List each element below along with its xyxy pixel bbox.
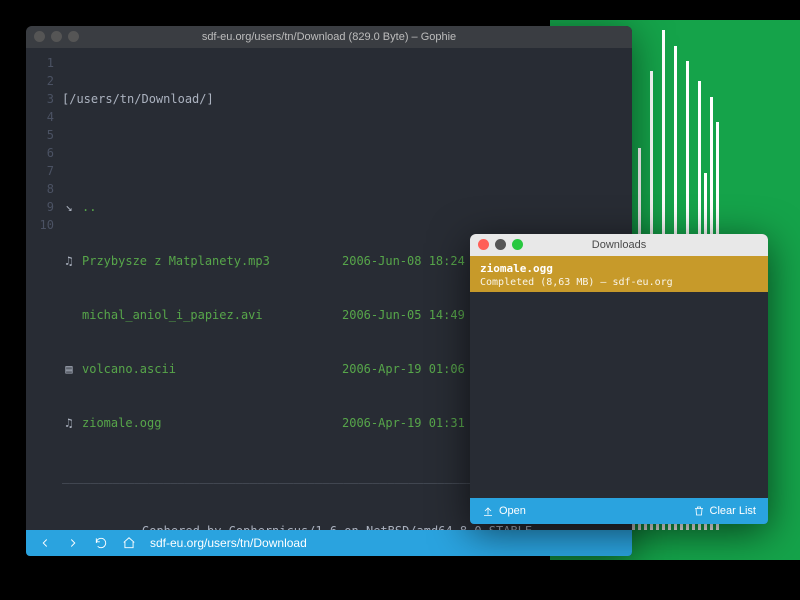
trash-icon <box>693 505 705 517</box>
address-toolbar: sdf-eu.org/users/tn/Download <box>26 530 632 556</box>
close-icon[interactable] <box>34 31 45 42</box>
back-button[interactable] <box>38 536 52 550</box>
main-titlebar[interactable]: sdf-eu.org/users/tn/Download (829.0 Byte… <box>26 26 632 48</box>
file-date: 2006-Apr-19 01:06 <box>342 360 488 378</box>
entry-up[interactable]: ↘.. <box>62 198 632 216</box>
line-number: 2 <box>26 72 54 90</box>
home-button[interactable] <box>122 536 136 550</box>
zoom-icon[interactable] <box>68 31 79 42</box>
download-filename: ziomale.ogg <box>480 262 758 275</box>
line-number: 4 <box>26 108 54 126</box>
window-title: sdf-eu.org/users/tn/Download (829.0 Byte… <box>26 31 632 43</box>
file-name: michal_aniol_i_papiez.avi <box>82 306 342 324</box>
path-header: [/users/tn/Download/] <box>62 90 214 108</box>
window-controls <box>34 31 79 42</box>
file-icon <box>62 306 76 324</box>
minimize-icon[interactable] <box>495 239 506 250</box>
open-label: Open <box>499 505 526 517</box>
downloads-body <box>470 292 768 498</box>
line-number: 7 <box>26 162 54 180</box>
file-date: 2006-Jun-08 18:24 <box>342 252 488 270</box>
music-icon: ♫ <box>62 252 76 270</box>
file-date: 2006-Jun-05 14:49 <box>342 306 488 324</box>
line-gutter: 1 2 3 4 5 6 7 8 9 10 <box>26 54 60 530</box>
clear-list-button[interactable]: Clear List <box>693 505 756 517</box>
download-meta: Completed (8,63 MB) – sdf-eu.org <box>480 277 758 288</box>
downloads-titlebar[interactable]: Downloads <box>470 234 768 256</box>
line-number: 8 <box>26 180 54 198</box>
line-number: 10 <box>26 216 54 234</box>
file-name: ziomale.ogg <box>82 414 342 432</box>
file-name: volcano.ascii <box>82 360 342 378</box>
music-icon: ♫ <box>62 414 76 432</box>
minimize-icon[interactable] <box>51 31 62 42</box>
text-icon: ▤ <box>62 360 76 378</box>
downloads-toolbar: Open Clear List <box>470 498 768 524</box>
forward-button[interactable] <box>66 536 80 550</box>
line-number: 9 <box>26 198 54 216</box>
zoom-icon[interactable] <box>512 239 523 250</box>
line-number: 5 <box>26 126 54 144</box>
reload-button[interactable] <box>94 536 108 550</box>
open-button[interactable]: Open <box>482 505 526 517</box>
clear-label: Clear List <box>710 505 756 517</box>
window-controls <box>478 239 523 250</box>
line-number: 6 <box>26 144 54 162</box>
up-label: .. <box>82 198 342 216</box>
line-number: 3 <box>26 90 54 108</box>
up-arrow-icon: ↘ <box>62 198 76 216</box>
close-icon[interactable] <box>478 239 489 250</box>
address-text[interactable]: sdf-eu.org/users/tn/Download <box>150 536 307 550</box>
open-icon <box>482 505 494 517</box>
line-number: 1 <box>26 54 54 72</box>
download-item[interactable]: ziomale.ogg Completed (8,63 MB) – sdf-eu… <box>470 256 768 294</box>
downloads-window: Downloads ziomale.ogg Completed (8,63 MB… <box>470 234 768 524</box>
file-date: 2006-Apr-19 01:31 <box>342 414 488 432</box>
file-name: Przybysze z Matplanety.mp3 <box>82 252 342 270</box>
